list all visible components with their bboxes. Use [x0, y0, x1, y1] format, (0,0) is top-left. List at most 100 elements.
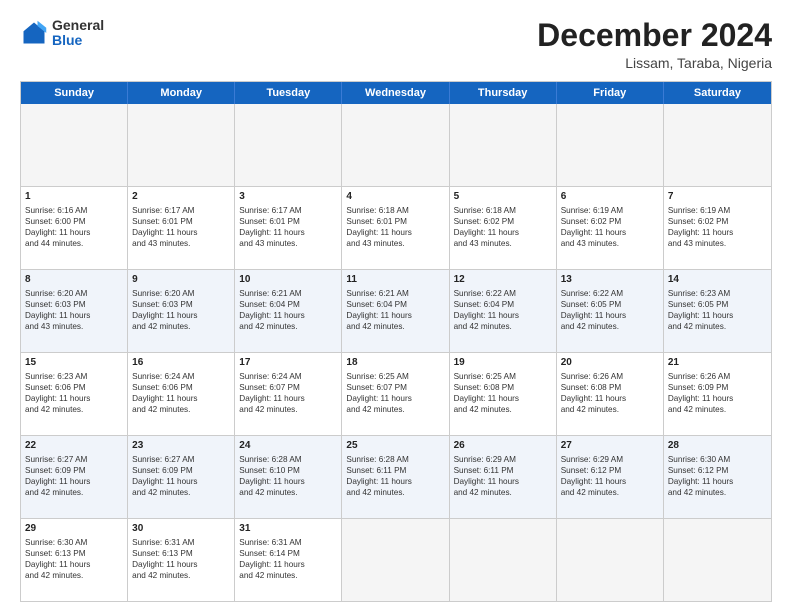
day-number: 6	[561, 190, 659, 204]
day-number: 7	[668, 190, 767, 204]
calendar-cell: 17 Sunrise: 6:24 AMSunset: 6:07 PMDayligh…	[235, 353, 342, 435]
calendar-row-3: 15 Sunrise: 6:23 AMSunset: 6:06 PMDayligh…	[21, 352, 771, 435]
day-number: 23	[132, 439, 230, 453]
day-info: Sunrise: 6:19 AMSunset: 6:02 PMDaylight:…	[668, 206, 733, 248]
day-info: Sunrise: 6:20 AMSunset: 6:03 PMDaylight:…	[25, 289, 90, 331]
calendar-cell: 16Sunrise: 6:24 AMSunset: 6:06 PMDayligh…	[128, 353, 235, 435]
calendar-cell: 30 Sunrise: 6:31 AMSunset: 6:13 PMDayligh…	[128, 519, 235, 601]
logo-text: General Blue	[52, 18, 104, 49]
day-number: 21	[668, 356, 767, 370]
calendar-cell: 9 Sunrise: 6:20 AMSunset: 6:03 PMDaylight…	[128, 270, 235, 352]
calendar-cell: 23 Sunrise: 6:27 AMSunset: 6:09 PMDayligh…	[128, 436, 235, 518]
calendar-cell	[557, 104, 664, 186]
calendar-cell: 12 Sunrise: 6:22 AMSunset: 6:04 PMDayligh…	[450, 270, 557, 352]
calendar-row-2: 8 Sunrise: 6:20 AMSunset: 6:03 PMDaylight…	[21, 269, 771, 352]
day-number: 15	[25, 356, 123, 370]
month-title: December 2024	[537, 18, 772, 53]
day-info: Sunrise: 6:31 AMSunset: 6:13 PMDaylight:…	[132, 538, 197, 580]
logo-icon	[20, 19, 48, 47]
calendar: SundayMondayTuesdayWednesdayThursdayFrid…	[20, 81, 772, 602]
calendar-cell	[557, 519, 664, 601]
day-info: Sunrise: 6:21 AMSunset: 6:04 PMDaylight:…	[346, 289, 411, 331]
day-number: 26	[454, 439, 552, 453]
day-number: 27	[561, 439, 659, 453]
day-number: 14	[668, 273, 767, 287]
calendar-cell: 11 Sunrise: 6:21 AMSunset: 6:04 PMDayligh…	[342, 270, 449, 352]
calendar-cell: 13Sunrise: 6:22 AMSunset: 6:05 PMDayligh…	[557, 270, 664, 352]
calendar-row-4: 22Sunrise: 6:27 AMSunset: 6:09 PMDayligh…	[21, 435, 771, 518]
calendar-cell: 19Sunrise: 6:25 AMSunset: 6:08 PMDayligh…	[450, 353, 557, 435]
day-number: 3	[239, 190, 337, 204]
day-info: Sunrise: 6:22 AMSunset: 6:05 PMDaylight:…	[561, 289, 626, 331]
day-info: Sunrise: 6:24 AMSunset: 6:06 PMDaylight:…	[132, 372, 197, 414]
day-number: 20	[561, 356, 659, 370]
calendar-cell: 28Sunrise: 6:30 AMSunset: 6:12 PMDayligh…	[664, 436, 771, 518]
day-info: Sunrise: 6:31 AMSunset: 6:14 PMDaylight:…	[239, 538, 304, 580]
calendar-cell: 8 Sunrise: 6:20 AMSunset: 6:03 PMDaylight…	[21, 270, 128, 352]
day-number: 2	[132, 190, 230, 204]
calendar-cell: 4Sunrise: 6:18 AMSunset: 6:01 PMDaylight…	[342, 187, 449, 269]
calendar-cell: 22Sunrise: 6:27 AMSunset: 6:09 PMDayligh…	[21, 436, 128, 518]
calendar-row-1: 1Sunrise: 6:16 AMSunset: 6:00 PMDaylight…	[21, 186, 771, 269]
calendar-cell	[128, 104, 235, 186]
day-number: 12	[454, 273, 552, 287]
calendar-row-0	[21, 104, 771, 186]
day-number: 17	[239, 356, 337, 370]
logo: General Blue	[20, 18, 104, 49]
logo-blue-label: Blue	[52, 33, 104, 48]
calendar-cell: 31 Sunrise: 6:31 AMSunset: 6:14 PMDayligh…	[235, 519, 342, 601]
day-number: 9	[132, 273, 230, 287]
day-number: 1	[25, 190, 123, 204]
day-info: Sunrise: 6:27 AMSunset: 6:09 PMDaylight:…	[132, 455, 197, 497]
header-day-saturday: Saturday	[664, 82, 771, 104]
day-number: 4	[346, 190, 444, 204]
day-info: Sunrise: 6:28 AMSunset: 6:10 PMDaylight:…	[239, 455, 304, 497]
day-info: Sunrise: 6:26 AMSunset: 6:09 PMDaylight:…	[668, 372, 733, 414]
calendar-cell: 25 Sunrise: 6:28 AMSunset: 6:11 PMDayligh…	[342, 436, 449, 518]
calendar-cell: 10Sunrise: 6:21 AMSunset: 6:04 PMDayligh…	[235, 270, 342, 352]
header-day-wednesday: Wednesday	[342, 82, 449, 104]
header-day-sunday: Sunday	[21, 82, 128, 104]
logo-general-label: General	[52, 18, 104, 33]
calendar-header: SundayMondayTuesdayWednesdayThursdayFrid…	[21, 82, 771, 104]
calendar-cell: 14Sunrise: 6:23 AMSunset: 6:05 PMDayligh…	[664, 270, 771, 352]
calendar-cell: 29Sunrise: 6:30 AMSunset: 6:13 PMDayligh…	[21, 519, 128, 601]
calendar-body: 1Sunrise: 6:16 AMSunset: 6:00 PMDaylight…	[21, 104, 771, 601]
calendar-cell	[664, 104, 771, 186]
page: General Blue December 2024 Lissam, Tarab…	[0, 0, 792, 612]
calendar-cell: 26 Sunrise: 6:29 AMSunset: 6:11 PMDayligh…	[450, 436, 557, 518]
calendar-cell: 7 Sunrise: 6:19 AMSunset: 6:02 PMDaylight…	[664, 187, 771, 269]
day-info: Sunrise: 6:29 AMSunset: 6:11 PMDaylight:…	[454, 455, 519, 497]
title-section: December 2024 Lissam, Taraba, Nigeria	[537, 18, 772, 71]
calendar-cell: 2Sunrise: 6:17 AMSunset: 6:01 PMDaylight…	[128, 187, 235, 269]
day-info: Sunrise: 6:24 AMSunset: 6:07 PMDaylight:…	[239, 372, 304, 414]
day-number: 29	[25, 522, 123, 536]
calendar-cell: 20Sunrise: 6:26 AMSunset: 6:08 PMDayligh…	[557, 353, 664, 435]
day-number: 5	[454, 190, 552, 204]
calendar-cell: 21 Sunrise: 6:26 AMSunset: 6:09 PMDayligh…	[664, 353, 771, 435]
calendar-cell: 3Sunrise: 6:17 AMSunset: 6:01 PMDaylight…	[235, 187, 342, 269]
header-day-monday: Monday	[128, 82, 235, 104]
calendar-cell	[450, 104, 557, 186]
calendar-cell: 18Sunrise: 6:25 AMSunset: 6:07 PMDayligh…	[342, 353, 449, 435]
day-number: 31	[239, 522, 337, 536]
day-info: Sunrise: 6:28 AMSunset: 6:11 PMDaylight:…	[346, 455, 411, 497]
day-number: 8	[25, 273, 123, 287]
day-info: Sunrise: 6:23 AMSunset: 6:06 PMDaylight:…	[25, 372, 90, 414]
day-number: 30	[132, 522, 230, 536]
calendar-cell	[664, 519, 771, 601]
day-number: 24	[239, 439, 337, 453]
calendar-cell: 24 Sunrise: 6:28 AMSunset: 6:10 PMDayligh…	[235, 436, 342, 518]
day-info: Sunrise: 6:21 AMSunset: 6:04 PMDaylight:…	[239, 289, 304, 331]
day-info: Sunrise: 6:25 AMSunset: 6:08 PMDaylight:…	[454, 372, 519, 414]
calendar-cell	[450, 519, 557, 601]
day-number: 18	[346, 356, 444, 370]
day-info: Sunrise: 6:19 AMSunset: 6:02 PMDaylight:…	[561, 206, 626, 248]
day-info: Sunrise: 6:22 AMSunset: 6:04 PMDaylight:…	[454, 289, 519, 331]
location-label: Lissam, Taraba, Nigeria	[537, 55, 772, 71]
day-info: Sunrise: 6:20 AMSunset: 6:03 PMDaylight:…	[132, 289, 197, 331]
calendar-cell: 15 Sunrise: 6:23 AMSunset: 6:06 PMDayligh…	[21, 353, 128, 435]
day-number: 25	[346, 439, 444, 453]
day-number: 11	[346, 273, 444, 287]
day-info: Sunrise: 6:18 AMSunset: 6:02 PMDaylight:…	[454, 206, 519, 248]
